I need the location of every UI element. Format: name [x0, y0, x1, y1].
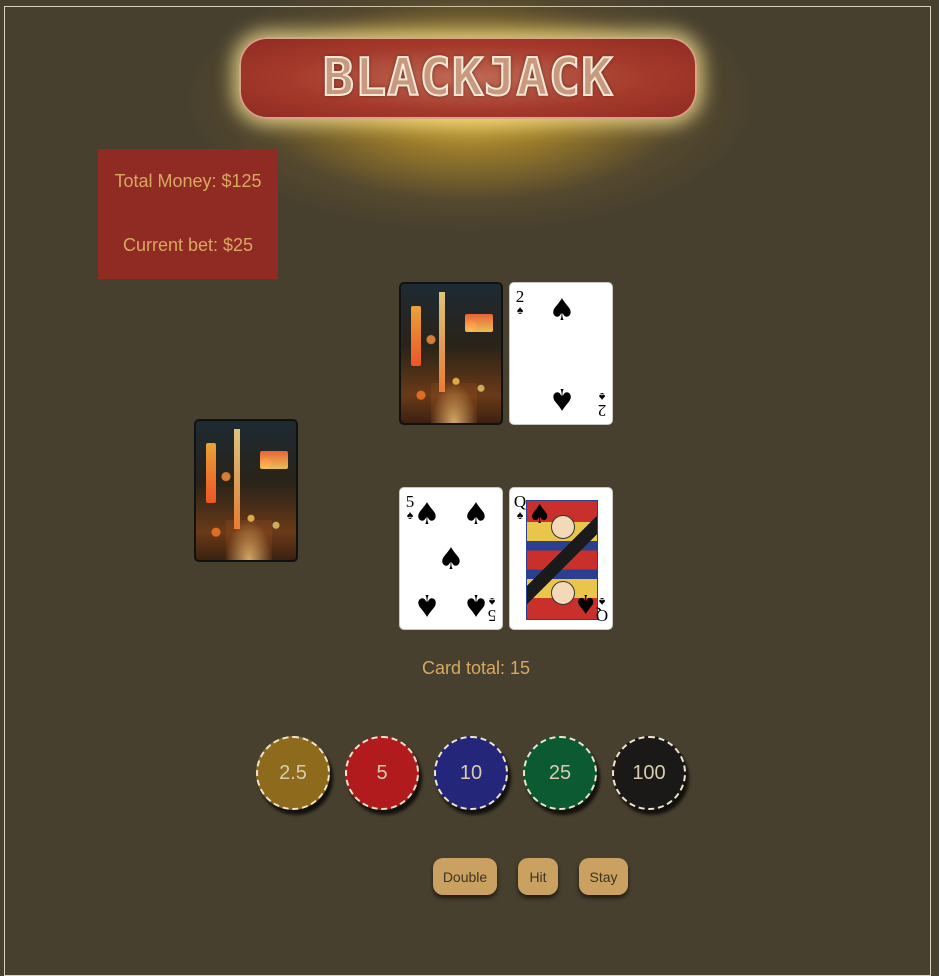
card-corner: Q ♠: [595, 595, 609, 625]
player-card-5-of-spades: 5 ♠ ♠ ♠ ♠ ♠ ♠ 5 ♠: [399, 487, 503, 630]
chip-5[interactable]: 5: [345, 736, 419, 810]
spade-icon: ♠: [548, 381, 576, 416]
chip-100[interactable]: 100: [612, 736, 686, 810]
spade-icon: ♠: [413, 497, 441, 532]
money-panel: Total Money: $125 Current bet: $25: [98, 149, 278, 279]
chip-10[interactable]: 10: [434, 736, 508, 810]
current-bet-label: Current bet: $25: [122, 235, 254, 255]
chip-25[interactable]: 25: [523, 736, 597, 810]
total-money-label: Total Money: $125: [114, 171, 262, 191]
spade-icon: ♠: [413, 587, 441, 622]
player-card-queen-of-spades: ♠ ♠ Q ♠ Q ♠: [509, 487, 613, 630]
spade-icon: ♠: [462, 497, 490, 532]
double-button[interactable]: Double: [433, 858, 497, 895]
hit-button[interactable]: Hit: [518, 858, 558, 895]
card-corner: 2 ♠: [513, 288, 527, 316]
title-banner: BLACKJACK: [239, 37, 697, 119]
chip-2-5[interactable]: 2.5: [256, 736, 330, 810]
spade-icon: ♠: [528, 500, 552, 530]
deck-card-back[interactable]: [194, 419, 298, 562]
card-total-label: Card total: 15: [421, 658, 531, 678]
dealer-card-2-of-spades: 2 ♠ ♠ ♠ 2 ♠: [509, 282, 613, 425]
card-corner: Q ♠: [513, 492, 527, 522]
dealer-card-hidden: [399, 282, 503, 425]
stay-button[interactable]: Stay: [579, 858, 628, 895]
card-corner: 2 ♠: [595, 390, 609, 420]
spade-icon: ♠: [437, 542, 465, 577]
spade-icon: ♠: [574, 588, 598, 618]
page-title: BLACKJACK: [322, 47, 614, 109]
spade-icon: ♠: [548, 293, 576, 328]
card-corner: 5 ♠: [485, 595, 499, 625]
